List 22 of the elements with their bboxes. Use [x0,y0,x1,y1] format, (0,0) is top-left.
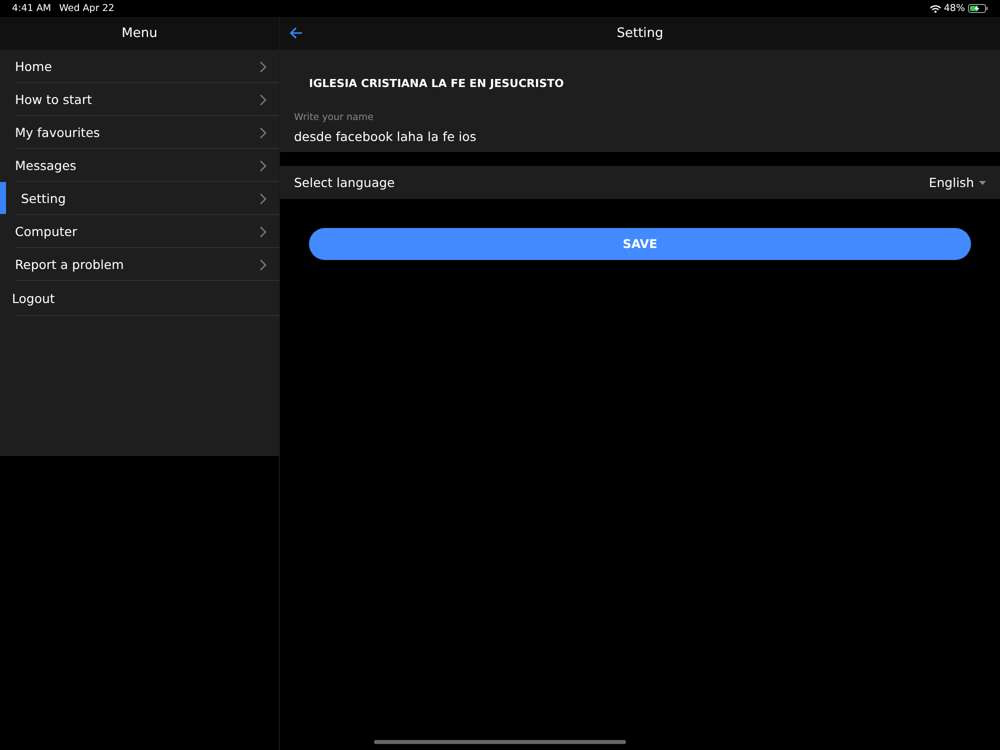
organization-name: IGLESIA CRISTIANA LA FE EN JESUCRISTO [308,77,564,90]
page-title: Setting [616,26,664,41]
menu-item[interactable]: Setting [0,182,279,215]
chevron-right-icon [259,258,267,270]
name-field[interactable]: desde facebook laha la fe ios [294,129,694,144]
battery-icon [968,4,988,13]
status-date: Wed Apr 22 [59,3,114,14]
chevron-right-icon [259,192,267,204]
chevron-right-icon [259,60,267,72]
caret-icon [979,180,986,184]
language-label: Select language [294,175,395,190]
battery-percent: 48% [944,3,965,14]
language-dropdown[interactable]: English [928,175,986,190]
field-label: Write your name [294,112,374,123]
chevron-right-icon [259,94,267,106]
chevron-right-icon [259,226,267,238]
status-time: 4:41 AM [12,3,52,14]
sidebar-title: Menu [122,26,158,41]
wifi-icon [930,4,941,12]
back-arrow-icon[interactable] [289,26,303,40]
chevron-right-icon [259,126,267,138]
chevron-right-icon [259,160,267,172]
